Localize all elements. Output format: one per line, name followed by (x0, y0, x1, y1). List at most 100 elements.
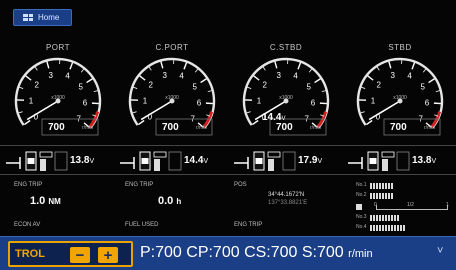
fuel-used-label: FUEL USED (125, 222, 159, 228)
gauge-rpm-value: 700 (276, 122, 293, 133)
tank-bar: No.2 (356, 192, 454, 200)
dial-tick (308, 68, 313, 73)
tank-level-segments (370, 215, 399, 221)
dial-tick (69, 62, 74, 70)
increase-button[interactable]: + (98, 247, 118, 263)
trim-bar (382, 159, 388, 171)
shift-icon (6, 151, 68, 171)
shift-indicator-center-port: 14.4V (114, 149, 228, 173)
tank-level-segments (370, 225, 405, 231)
dial-tick (246, 111, 251, 114)
dial-tick (366, 119, 373, 126)
scale-min: 0 (374, 202, 377, 208)
tank-level-bars: No.1 No.2 0 1/2 1 No.3 No.4 (356, 182, 454, 234)
trolling-mode-label: TROL (15, 248, 45, 260)
tachometer-center-port: 0 1 2 3 4 5 6 7 x1000 C.PORT 700 r/min (118, 33, 226, 143)
gear-neutral-mark (27, 158, 35, 164)
eng-trip-label-2: ENG TRIP (234, 222, 263, 228)
eng-trip-distance-value: 1.0 NM (30, 195, 61, 207)
dial-tick (422, 68, 427, 73)
gauge-name: PORT (45, 43, 71, 52)
eng-trip-distance-label: ENG TRIP (14, 182, 43, 188)
gauge-rpm-unit: r/min (82, 125, 94, 131)
home-icon (23, 14, 33, 21)
dial-tick (138, 119, 145, 126)
gauge-name: C.PORT (155, 43, 189, 52)
trim-box (381, 151, 395, 158)
gear-neutral-mark (255, 158, 263, 164)
gauge-rpm-value: 700 (48, 122, 65, 133)
dial-tick-label: 3 (390, 71, 395, 80)
dial-tick-label: 4 (179, 72, 184, 81)
trim-bar (268, 159, 274, 171)
dial-tick-label: 3 (48, 71, 53, 80)
dial-tick-label: 5 (192, 82, 197, 91)
dial-tick (376, 66, 380, 71)
dial-arc (128, 57, 216, 129)
dial-tick-label: 6 (83, 99, 88, 108)
decrease-button[interactable]: − (70, 247, 90, 263)
dial-tick-label: 4 (293, 72, 298, 81)
battery-voltage: 13.8V (70, 155, 95, 166)
dial-arc (14, 57, 102, 129)
dial-tick (24, 119, 31, 126)
dial-tick-label: 1 (257, 96, 262, 105)
dial-tick (133, 86, 138, 89)
dial-tick (360, 111, 365, 114)
dial-tick (411, 62, 416, 70)
trim-bar (154, 159, 160, 171)
dial-tick (86, 78, 93, 84)
dial-hub (397, 98, 403, 104)
battery-box (282, 151, 296, 171)
shift-icon (120, 151, 182, 171)
dial-tick-label: 5 (420, 82, 425, 91)
dial-tick-label: 2 (376, 80, 381, 89)
home-button[interactable]: Home (13, 9, 72, 26)
dial-tick (297, 62, 302, 70)
tank-tag: No.4 (356, 224, 367, 230)
dial-tick (314, 78, 321, 84)
battery-voltage: 17.9V (298, 155, 323, 166)
dial-tick (361, 86, 366, 89)
dial-tick (200, 78, 207, 84)
dial-tick (274, 61, 278, 69)
scale-max: 1 (446, 202, 449, 208)
tank-bar: No.4 (356, 224, 454, 232)
shift-icon (234, 151, 296, 171)
trolling-mode-control[interactable]: TROL − + (8, 241, 133, 267)
rpm-summary: P:700 CP:700 CS:700 S:700 r/min (140, 244, 373, 261)
dial-tick (428, 78, 435, 84)
battery-box (396, 151, 410, 171)
battery-box (168, 151, 182, 171)
tachometer-center-stbd: 0 1 2 3 4 5 6 7 x1000 C.STBD 14.4V 700 r/min (232, 33, 340, 143)
tank-level-segments (370, 193, 393, 199)
dial-tick (262, 66, 266, 71)
dial-tick-label: 3 (276, 71, 281, 80)
tank-bar: No.1 (356, 182, 454, 190)
tank-tag: No.2 (356, 192, 367, 198)
tachometer-port: 0 1 2 3 4 5 6 7 x1000 PORT 700 r/min (4, 33, 112, 143)
dial-tick-label: 2 (34, 80, 39, 89)
dial-tick (18, 111, 23, 114)
shift-icon (348, 151, 410, 171)
eng-trip-hours-value: 0.0 h (158, 195, 182, 207)
dial-tick-label: 2 (262, 80, 267, 89)
chevron-down-icon[interactable]: ˅ (437, 245, 443, 257)
dial-tick-label: 2 (148, 80, 153, 89)
gauge-rpm-unit: r/min (310, 125, 322, 131)
engine-display: Home 0 1 2 3 4 5 6 7 x1000 PORT 700 r/min 012345… (0, 0, 456, 270)
position-latitude: 34°44.1672'N (268, 192, 305, 198)
dial-tick-label: 5 (306, 82, 311, 91)
scale-half: 1/2 (407, 202, 414, 208)
tank-scale: 0 1/2 1 (356, 202, 454, 211)
dial-tick (183, 62, 188, 70)
dial-hub (55, 98, 61, 104)
gauge-name: STBD (388, 43, 412, 52)
dial-arc (356, 57, 444, 129)
dial-tick (148, 66, 152, 71)
battery-voltage: 13.8V (412, 155, 437, 166)
dial-tick (139, 75, 146, 81)
gauge-rpm-value: 700 (390, 122, 407, 133)
dial-tick (207, 90, 212, 93)
dial-tick (388, 61, 392, 69)
